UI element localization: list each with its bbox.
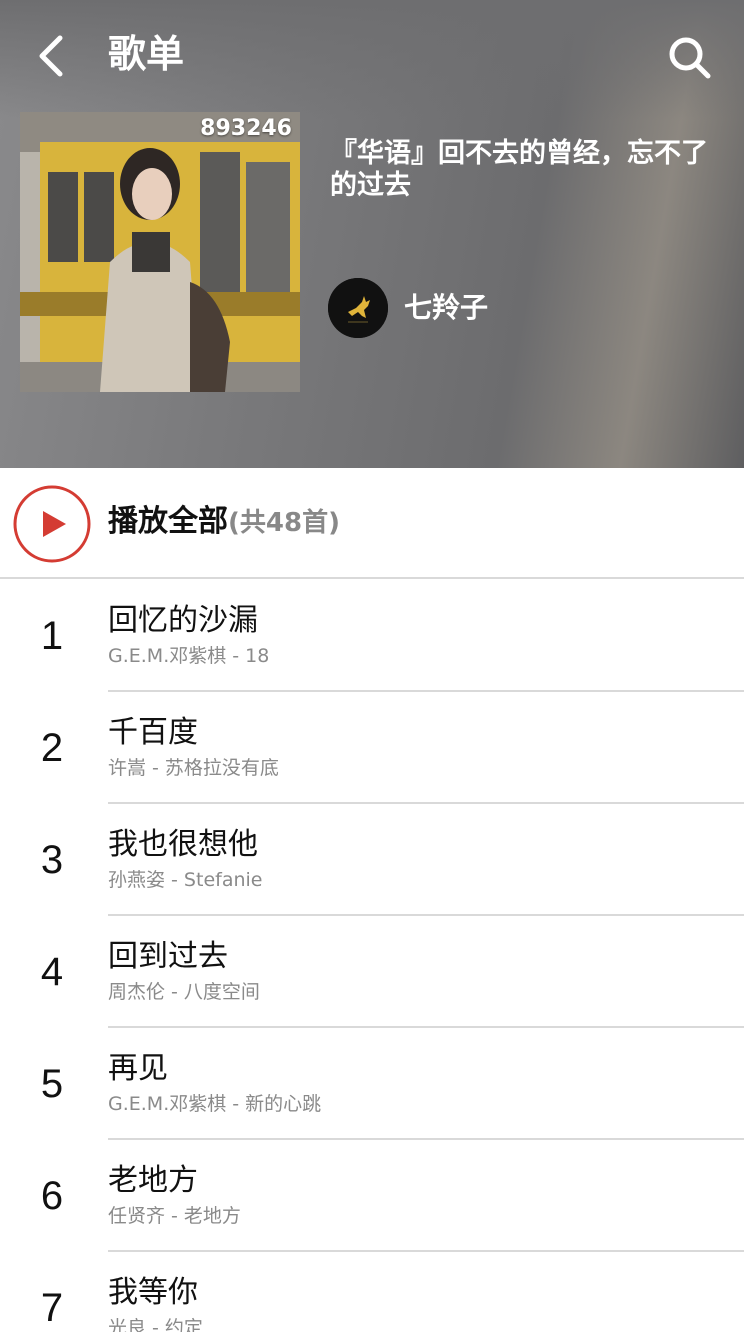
- track-title: 我也很想他: [108, 827, 258, 862]
- track-row[interactable]: 6 老地方 任贤齐 - 老地方: [0, 1140, 744, 1252]
- play-all-label: 播放全部(共48首): [108, 502, 340, 543]
- track-index: 3: [40, 838, 64, 882]
- creator-name[interactable]: 七羚子: [404, 288, 488, 328]
- track-row[interactable]: 4 回到过去 周杰伦 - 八度空间: [0, 916, 744, 1028]
- track-title: 我等你: [108, 1275, 198, 1310]
- play-all-text: 播放全部: [108, 504, 228, 539]
- track-index: 4: [40, 950, 64, 994]
- track-row[interactable]: 7 我等你 光良 - 约定: [0, 1252, 744, 1332]
- track-artist-album: 孙燕姿 - Stefanie: [108, 869, 263, 891]
- track-index: 7: [40, 1286, 64, 1330]
- deer-logo-icon: [328, 278, 388, 338]
- track-title: 再见: [108, 1051, 168, 1086]
- track-index: 6: [40, 1174, 64, 1218]
- track-title: 回忆的沙漏: [108, 603, 258, 638]
- play-circle-icon[interactable]: [12, 484, 92, 564]
- playlist-title: 『华语』回不去的曾经，忘不了的过去: [330, 138, 708, 201]
- track-row[interactable]: 2 千百度 许嵩 - 苏格拉没有底: [0, 692, 744, 804]
- back-button[interactable]: [30, 30, 74, 82]
- track-title: 老地方: [108, 1163, 198, 1198]
- track-row[interactable]: 3 我也很想他 孙燕姿 - Stefanie: [0, 804, 744, 916]
- cover-image: [20, 112, 300, 392]
- chevron-left-icon: [39, 35, 63, 77]
- track-count: (共48首): [228, 508, 340, 538]
- track-index: 5: [40, 1062, 64, 1106]
- track-artist-album: G.E.M.邓紫棋 - 18: [108, 645, 270, 667]
- track-list: 1 回忆的沙漏 G.E.M.邓紫棋 - 18 2 千百度 许嵩 - 苏格拉没有底…: [0, 580, 744, 1332]
- track-index: 1: [40, 614, 64, 658]
- track-row[interactable]: 1 回忆的沙漏 G.E.M.邓紫棋 - 18: [0, 580, 744, 692]
- track-index: 2: [40, 726, 64, 770]
- creator-avatar[interactable]: [328, 278, 388, 338]
- search-icon: [669, 37, 711, 79]
- playlist-header: 歌单 893246 『华语』回不去的曾经，忘不了的过去 七羚子: [0, 0, 744, 468]
- track-artist-album: 周杰伦 - 八度空间: [108, 981, 260, 1003]
- track-title: 千百度: [108, 715, 198, 750]
- track-row[interactable]: 5 再见 G.E.M.邓紫棋 - 新的心跳: [0, 1028, 744, 1140]
- play-count: 893246: [200, 116, 292, 141]
- track-artist-album: 光良 - 约定: [108, 1317, 203, 1332]
- track-artist-album: G.E.M.邓紫棋 - 新的心跳: [108, 1093, 322, 1115]
- track-artist-album: 许嵩 - 苏格拉没有底: [108, 757, 279, 779]
- play-all-row[interactable]: 播放全部(共48首): [0, 468, 744, 579]
- page-title: 歌单: [108, 32, 185, 76]
- track-artist-album: 任贤齐 - 老地方: [108, 1205, 241, 1227]
- playlist-cover[interactable]: 893246: [20, 112, 300, 392]
- search-button[interactable]: [662, 30, 718, 86]
- track-title: 回到过去: [108, 939, 228, 974]
